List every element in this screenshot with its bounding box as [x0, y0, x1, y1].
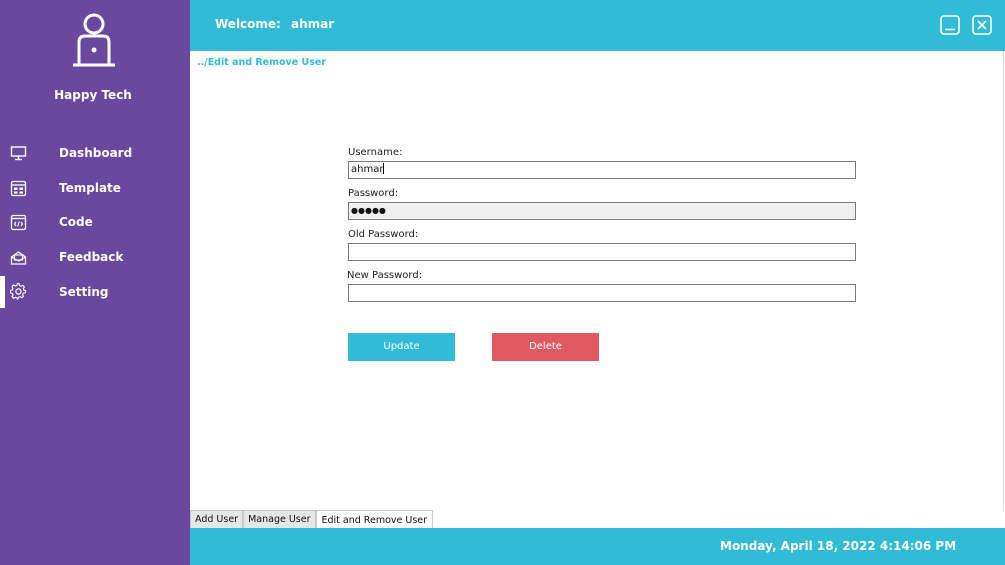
template-icon	[10, 180, 27, 196]
user-laptop-icon	[73, 13, 115, 67]
sidebar-item-feedback[interactable]: Feedback	[0, 240, 190, 275]
sidebar-item-code[interactable]: Code	[0, 205, 190, 240]
password-value: ●●●●●	[351, 206, 386, 215]
breadcrumb[interactable]: ../Edit and Remove User	[197, 57, 326, 68]
brand-name: Happy Tech	[54, 88, 132, 102]
username-field[interactable]: ahmar	[348, 161, 856, 179]
update-button[interactable]: Update	[348, 333, 455, 361]
sidebar-nav: Dashboard Template Code Feedback Setting	[0, 136, 190, 309]
password-label: Password:	[348, 188, 399, 199]
username-label: Username:	[348, 147, 403, 158]
username-value: ahmar	[351, 164, 384, 175]
close-icon[interactable]	[972, 15, 992, 35]
tab-manage-user[interactable]: Manage User	[243, 510, 316, 528]
status-bar: Monday, April 18, 2022 4:14:06 PM	[190, 528, 1005, 565]
tab-edit-remove-user[interactable]: Edit and Remove User	[315, 510, 434, 529]
password-field[interactable]: ●●●●●	[348, 202, 856, 220]
tab-add-user[interactable]: Add User	[190, 510, 244, 528]
feedback-icon	[10, 250, 27, 265]
header-bar: Welcome: ahmar	[190, 0, 1005, 51]
sidebar-item-setting[interactable]: Setting	[0, 274, 190, 309]
sidebar-item-template[interactable]: Template	[0, 171, 190, 206]
tab-strip: Add User Manage User Edit and Remove Use…	[190, 510, 434, 529]
sidebar-item-label: Code	[59, 215, 93, 230]
active-indicator	[0, 276, 5, 309]
old-password-field[interactable]	[348, 243, 856, 261]
old-password-label: Old Password:	[348, 229, 419, 240]
welcome-label: Welcome:	[215, 17, 281, 31]
code-icon	[10, 215, 27, 231]
sidebar-item-label: Feedback	[59, 250, 124, 265]
text-caret	[383, 163, 385, 174]
main-content: ../Edit and Remove User Username: ahmar …	[190, 51, 1004, 511]
sidebar-item-label: Template	[59, 180, 121, 195]
minimize-icon[interactable]	[940, 15, 960, 35]
current-username: ahmar	[291, 17, 335, 31]
monitor-icon	[10, 146, 27, 161]
datetime-display: Monday, April 18, 2022 4:14:06 PM	[720, 539, 957, 553]
new-password-field[interactable]	[348, 284, 856, 302]
new-password-label: New Password:	[347, 270, 423, 281]
sidebar-item-dashboard[interactable]: Dashboard	[0, 136, 190, 171]
gear-icon	[10, 283, 27, 301]
delete-button[interactable]: Delete	[492, 333, 599, 361]
sidebar-item-label: Setting	[59, 284, 109, 299]
sidebar-item-label: Dashboard	[59, 146, 133, 161]
sidebar: Happy Tech Dashboard Template Code Feedb…	[0, 0, 190, 565]
